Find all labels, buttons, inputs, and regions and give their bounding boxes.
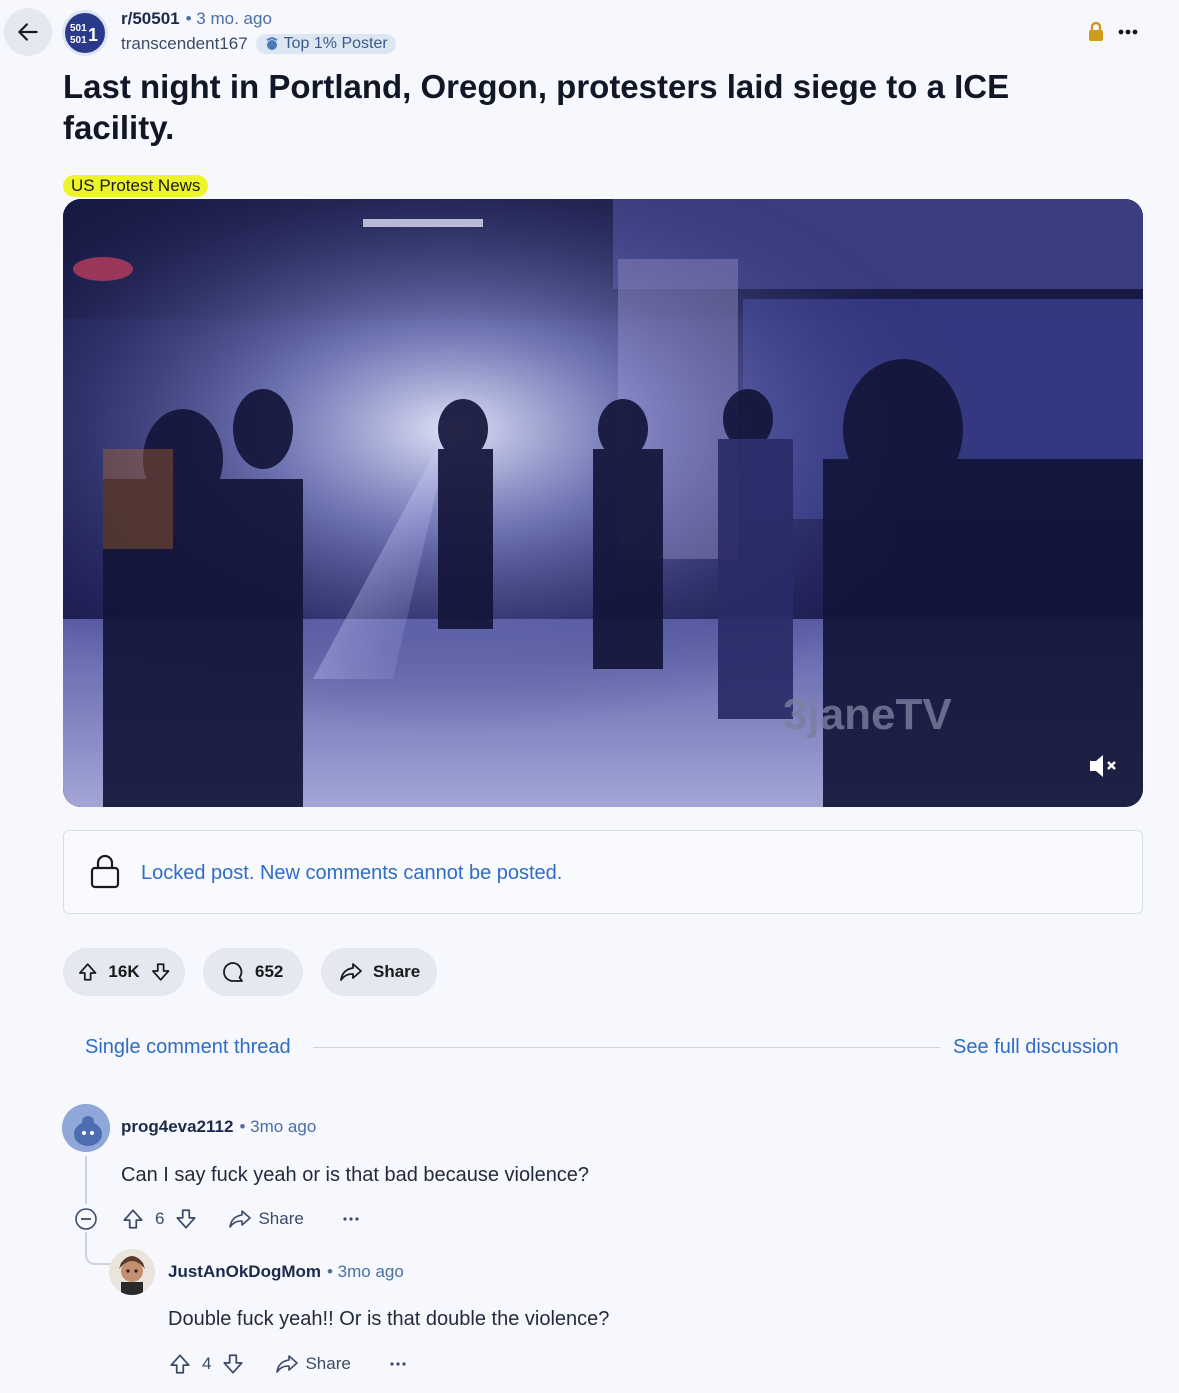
badge-icon (266, 36, 278, 50)
arrow-up-icon[interactable] (77, 961, 98, 983)
video-player[interactable]: 3janeTV (63, 199, 1143, 807)
comment-share-label: Share (258, 1209, 304, 1228)
comment-share-button[interactable]: Share (275, 1353, 351, 1375)
comment-username[interactable]: JustAnOkDogMom (168, 1262, 321, 1282)
comment-username[interactable]: prog4eva2112 (121, 1117, 233, 1137)
share-arrow-icon (229, 1210, 252, 1228)
comment-count: 652 (255, 962, 284, 981)
comment-vote-count: 6 (155, 1209, 165, 1228)
share-button[interactable]: Share (321, 948, 437, 996)
back-button[interactable] (4, 8, 52, 56)
comment-actions: 6 Share (121, 1207, 360, 1231)
more-dots-icon[interactable] (389, 1360, 407, 1368)
share-arrow-icon (340, 963, 362, 981)
top-poster-badge: Top 1% Poster (255, 34, 396, 54)
subreddit-name[interactable]: r/50501 (121, 9, 180, 29)
avatar[interactable] (62, 1104, 110, 1152)
svg-text:501: 501 (70, 35, 87, 46)
thread-line (85, 1156, 87, 1204)
badge-label: Top 1% Poster (283, 35, 388, 52)
subreddit-avatar[interactable]: 501 501 1 (62, 10, 108, 56)
comment-body: Can I say fuck yeah or is that bad becau… (121, 1164, 590, 1186)
comments-button[interactable]: 652 (203, 948, 303, 996)
arrow-up-icon[interactable] (168, 1352, 192, 1376)
arrow-up-icon[interactable] (121, 1207, 145, 1231)
post-author[interactable]: transcendent167 (121, 34, 248, 54)
speaker-muted-icon (1090, 755, 1116, 777)
mute-button[interactable] (1087, 751, 1119, 786)
video-frame: 3janeTV (63, 199, 1143, 807)
locked-message: Locked post. New comments cannot be post… (141, 862, 563, 884)
comment-share-label: Share (305, 1354, 351, 1373)
comment-actions: 4 Share (168, 1352, 407, 1376)
see-full-discussion-link[interactable]: See full discussion (953, 1036, 1119, 1059)
arrow-down-icon[interactable] (150, 961, 171, 983)
comment-body: Double fuck yeah!! Or is that double the… (168, 1308, 610, 1330)
locked-lock-icon (88, 853, 122, 894)
avatar[interactable] (109, 1249, 155, 1295)
comment-vote-count: 4 (202, 1354, 212, 1373)
arrow-down-icon[interactable] (174, 1207, 198, 1231)
comment-header: prog4eva2112 • 3mo ago (121, 1117, 316, 1137)
comment-time: • 3mo ago (239, 1117, 317, 1136)
svg-text:1: 1 (88, 25, 98, 45)
arrow-left-icon (18, 23, 38, 41)
arrow-down-icon[interactable] (221, 1352, 245, 1376)
post-title[interactable]: Last night in Portland, Oregon, proteste… (63, 66, 1063, 148)
comment-bubble-icon (223, 962, 243, 982)
author-line: transcendent167 Top 1% Poster (121, 34, 396, 54)
comment-share-button[interactable]: Share (228, 1208, 304, 1230)
share-arrow-icon (276, 1355, 299, 1373)
svg-text:501: 501 (70, 23, 87, 34)
minus-circle-icon (75, 1208, 97, 1230)
post-time: • 3 mo. ago (185, 9, 272, 28)
lock-icon (1087, 21, 1105, 47)
single-thread-label[interactable]: Single comment thread (85, 1036, 291, 1059)
vote-count: 16K (108, 962, 140, 981)
more-dots-icon[interactable] (342, 1215, 360, 1223)
post-flair[interactable]: US Protest News (63, 175, 209, 197)
thread-divider (313, 1047, 940, 1048)
more-options-button[interactable] (1117, 18, 1139, 50)
share-label: Share (373, 962, 421, 981)
subreddit-logo-icon: 501 501 1 (70, 23, 98, 46)
more-dots-icon (1118, 29, 1138, 35)
subreddit-line: r/50501 • 3 mo. ago (121, 9, 272, 29)
comment-time: • 3mo ago (327, 1262, 404, 1281)
vote-pill: 16K (63, 948, 185, 996)
comment-header: JustAnOkDogMom • 3mo ago (168, 1262, 404, 1282)
watermark: 3janeTV (783, 690, 952, 739)
